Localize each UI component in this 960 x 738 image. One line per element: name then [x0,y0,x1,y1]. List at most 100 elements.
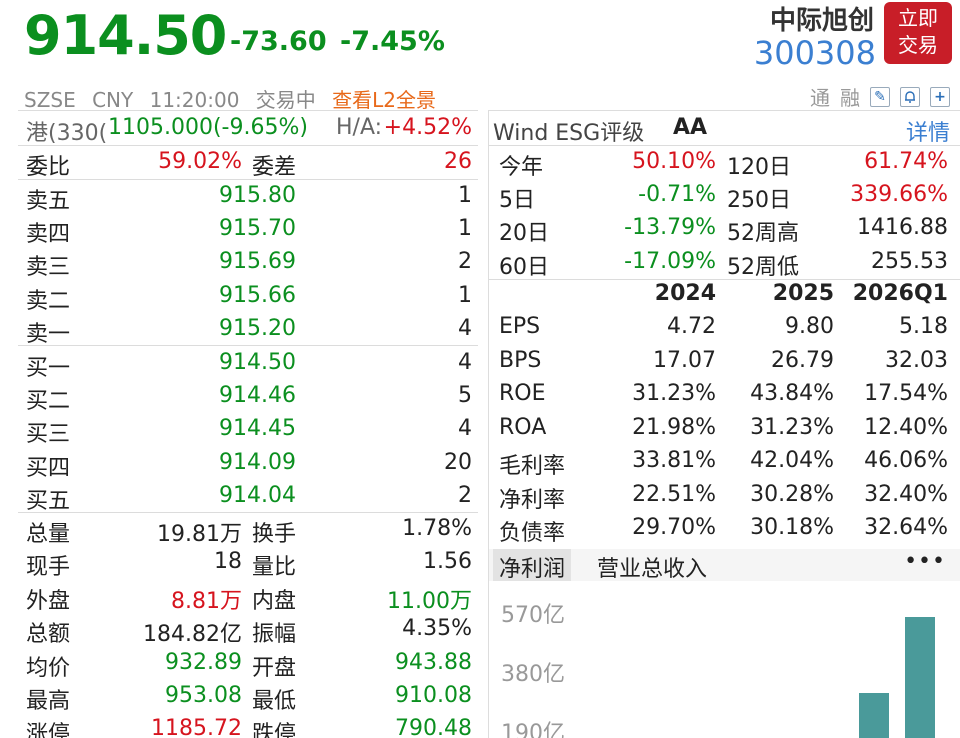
trading-status: 交易中 [255,88,316,112]
period-return: -0.71% [638,182,716,208]
esg-row: Wind ESG评级 AA 详情 [489,113,960,146]
bid-level-label: 买二 [26,389,71,415]
trade-now-button[interactable]: 立即 交易 [884,2,952,64]
ha-premium-value: +4.52% [383,115,472,140]
financial-row: 净利率 22.51% 30.28% 32.40% [489,480,960,513]
metric-value: 9.80 [785,314,834,339]
ask-volume: 1 [458,282,472,308]
metric-label: 毛利率 [499,454,566,479]
price-change-pct: -7.45% [340,26,445,57]
l2-panorama-link[interactable]: 查看L2全景 [332,88,436,112]
ask-level-label: 卖三 [26,255,71,281]
stat-label: 总额 [26,622,71,648]
metric-value: 30.28% [750,481,834,507]
tab-net-profit[interactable]: 净利润 [493,549,572,582]
currency-label: CNY [92,88,134,112]
y-axis-label: 570亿 [501,603,565,628]
exchange-label: SZSE [24,88,76,112]
bid-price: 914.04 [219,482,296,508]
metric-value: 12.40% [864,414,948,440]
stock-code: 300308 [753,34,876,72]
period-label: 250日 [727,188,791,214]
more-icon[interactable]: ••• [904,549,946,574]
metric-value: 21.98% [632,414,716,440]
stat-row: 总量 19.81万 换手 1.78% [18,514,478,547]
metric-label: 负债率 [499,521,566,546]
period-label: 60日 [499,254,549,280]
stat-label: 总量 [26,522,71,547]
fin-year-header: 2026Q1 [852,281,948,306]
ask-volume: 1 [458,216,472,242]
metric-value: 17.07 [653,347,716,373]
bid-volume: 5 [458,383,472,409]
stat-value: 8.81万 [171,588,242,614]
bid-price: 914.45 [219,416,296,442]
chart-bar [859,693,889,738]
period-label: 52周高 [727,221,799,247]
metric-label: 净利率 [499,487,566,513]
metric-value: 31.23% [750,414,834,440]
bid-price: 914.46 [219,383,296,409]
add-icon[interactable]: + [930,86,950,107]
bid-price: 914.50 [219,350,296,375]
stat-value: 19.81万 [157,522,242,547]
stat-label: 振幅 [252,622,297,648]
financial-row: ROA 21.98% 31.23% 12.40% [489,413,960,446]
bid-level-label: 买五 [26,488,71,514]
order-diff-label: 委差 [252,155,297,180]
hk-quote-row: 港(330( 1105.000(-9.65%) H/A: +4.52% [18,113,478,146]
tool-label-rong: 融 [840,86,860,110]
stat-label: 换手 [252,522,297,547]
edit-icon[interactable]: ✎ [870,86,890,107]
fin-year-header: 2025 [772,281,834,306]
metric-value: 42.04% [750,448,834,473]
performance-row: 60日 -17.09% 52周低 255.53 [489,247,960,280]
stat-label: 现手 [26,555,71,581]
esg-detail-link[interactable]: 详情 [906,115,950,147]
stat-value: 18 [214,549,242,575]
stat-value: 790.48 [395,716,472,738]
bid-level-label: 买三 [26,422,71,448]
tab-total-revenue[interactable]: 营业总收入 [597,551,707,583]
quote-panel: 港(330( 1105.000(-9.65%) H/A: +4.52% 委比 5… [18,110,478,738]
bid-row: 买五 914.04 2 [18,481,478,514]
fin-year-header: 2024 [654,281,716,306]
financial-row: ROE 31.23% 43.84% 17.54% [489,379,960,412]
stat-value: 910.08 [395,683,472,708]
metric-value: 32.40% [864,481,948,507]
stat-label: 最高 [26,689,71,714]
ask-volume: 4 [458,315,472,341]
bell-icon[interactable] [900,86,920,107]
metric-value: 29.70% [632,515,716,540]
ask-volume: 2 [458,249,472,275]
stat-row: 现手 18 量比 1.56 [18,547,478,580]
toolbar: 通 融 ✎ + [810,82,950,111]
bid-volume: 20 [444,449,472,475]
performance-row: 20日 -13.79% 52周高 1416.88 [489,213,960,246]
performance-row: 5日 -0.71% 250日 339.66% [489,180,960,213]
esg-rating: AA [673,115,708,140]
financial-row: 毛利率 33.81% 42.04% 46.06% [489,446,960,479]
metric-value: 22.51% [632,481,716,507]
metric-value: 32.64% [864,515,948,540]
stat-value: 932.89 [165,649,242,675]
stat-label: 均价 [26,655,71,681]
stat-row: 涨停 1185.72 跌停 790.48 [18,714,478,738]
stat-value: 943.88 [395,649,472,675]
stat-value: 4.35% [402,616,472,642]
period-value: 1416.88 [857,215,948,241]
chart-bar [905,617,935,738]
stat-label: 开盘 [252,655,297,681]
ask-row: 卖五 915.80 1 [18,181,478,214]
period-return: -13.79% [624,215,716,241]
ask-level-label: 卖五 [26,189,71,214]
stat-row: 外盘 8.81万 内盘 11.00万 [18,581,478,614]
bid-volume: 2 [458,482,472,508]
ha-premium-label: H/A: [336,115,383,140]
stat-row: 总额 184.82亿 振幅 4.35% [18,614,478,647]
stat-label: 跌停 [252,722,297,738]
stat-value: 1185.72 [151,716,242,738]
order-ratio-label: 委比 [26,155,71,180]
bid-volume: 4 [458,350,472,375]
metric-value: 32.03 [885,347,948,373]
